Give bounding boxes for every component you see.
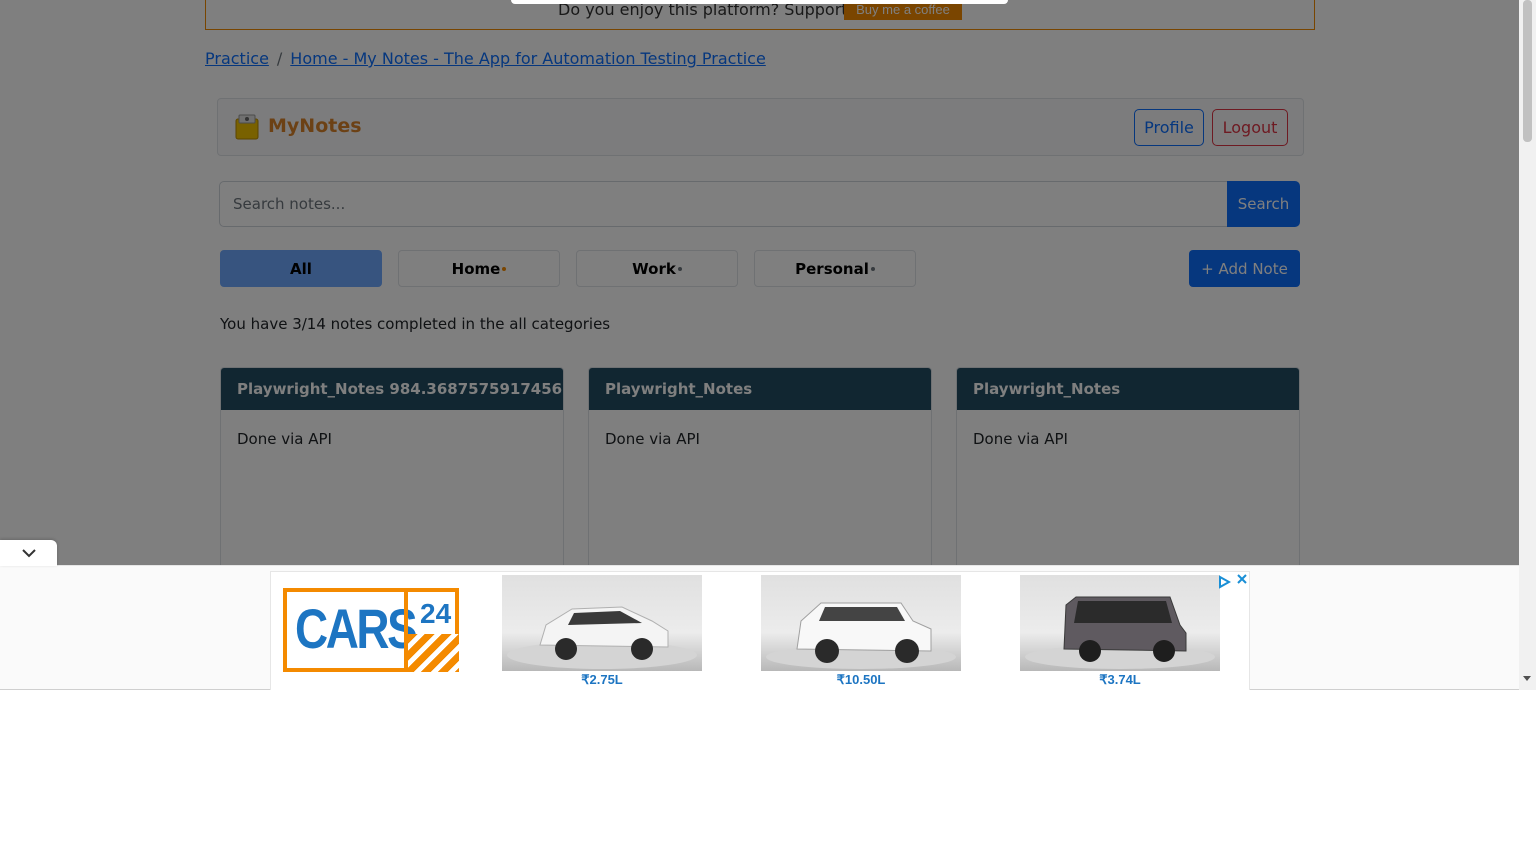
breadcrumb-home-link[interactable]: Home - My Notes - The App for Automation… — [290, 49, 766, 68]
cars24-logo: CARS 24 — [283, 588, 459, 672]
category-tab-personal[interactable]: Personal — [754, 250, 916, 287]
note-card-title: Playwright_Notes — [957, 368, 1299, 410]
car-price: ₹3.74L — [1020, 671, 1220, 688]
adchoices-icon[interactable] — [1217, 574, 1232, 589]
logo-stripes — [408, 634, 459, 672]
note-card[interactable]: Playwright_Notes 984.3687575917456 Done … — [220, 367, 564, 597]
modal-edge — [511, 0, 1008, 4]
category-tab-home[interactable]: Home — [398, 250, 560, 287]
breadcrumb-separator: / — [276, 49, 283, 68]
note-card-title: Playwright_Notes 984.3687575917456 — [221, 368, 563, 410]
category-tab-label: Home — [451, 259, 501, 278]
search-button[interactable]: Search — [1227, 181, 1300, 227]
ad-collapse-button[interactable] — [0, 540, 57, 566]
ad-close-icon[interactable] — [1235, 572, 1249, 588]
breadcrumb-practice-link[interactable]: Practice — [205, 49, 269, 68]
car-image — [761, 575, 961, 671]
brand[interactable]: MyNotes — [232, 111, 362, 141]
add-note-button[interactable]: + Add Note — [1189, 250, 1300, 287]
ad-car-tile[interactable]: ₹10.50L — [761, 575, 961, 688]
profile-button[interactable]: Profile — [1134, 109, 1204, 146]
note-card[interactable]: Playwright_Notes Done via API — [588, 367, 932, 597]
breadcrumb: Practice / Home - My Notes - The App for A… — [205, 49, 766, 68]
logout-button[interactable]: Logout — [1212, 109, 1288, 146]
browser-viewport: Do you enjoy this platform? Support us: … — [0, 0, 1536, 690]
app-navbar: MyNotes Profile Logout — [217, 98, 1304, 156]
notes-progress-text: You have 3/14 notes completed in the all… — [220, 315, 611, 333]
note-card-description: Done via API — [973, 430, 1068, 448]
ad-car-tile[interactable]: ₹2.75L — [502, 575, 702, 688]
support-banner: Do you enjoy this platform? Support us: … — [205, 0, 1315, 30]
ad-brand-number: 24 — [420, 598, 452, 629]
car-price: ₹10.50L — [761, 671, 961, 688]
category-tab-all[interactable]: All — [220, 250, 382, 287]
brand-name: MyNotes — [268, 115, 362, 137]
note-card[interactable]: Playwright_Notes Done via API — [956, 367, 1300, 597]
anchor-ad: CARS 24 ₹2.75L ₹10.50L ₹3.74L — [0, 565, 1519, 690]
category-tab-work[interactable]: Work — [576, 250, 738, 287]
ad-car-tile[interactable]: ₹3.74L — [1020, 575, 1220, 688]
category-tab-label: All — [290, 259, 312, 278]
category-tab-label: Personal — [795, 259, 869, 278]
category-dot-icon — [502, 267, 507, 271]
car-image — [502, 575, 702, 671]
category-dot-icon — [677, 267, 682, 271]
scroll-down-arrow-icon[interactable] — [1523, 676, 1531, 681]
note-card-description: Done via API — [237, 430, 332, 448]
search-input[interactable] — [219, 181, 1228, 227]
ad-banner[interactable]: CARS 24 ₹2.75L ₹10.50L ₹3.74L — [270, 571, 1250, 690]
car-image — [1020, 575, 1220, 671]
scrollbar-thumb[interactable] — [1523, 0, 1532, 142]
notes-logo-icon — [232, 111, 262, 141]
note-card-title: Playwright_Notes — [589, 368, 931, 410]
page-scrollbar[interactable] — [1519, 0, 1536, 690]
category-tab-label: Work — [632, 259, 676, 278]
ad-brand-text: CARS — [295, 597, 418, 660]
category-dot-icon — [870, 267, 875, 271]
car-price: ₹2.75L — [502, 671, 702, 688]
note-card-description: Done via API — [605, 430, 700, 448]
chevron-down-icon — [21, 549, 36, 558]
